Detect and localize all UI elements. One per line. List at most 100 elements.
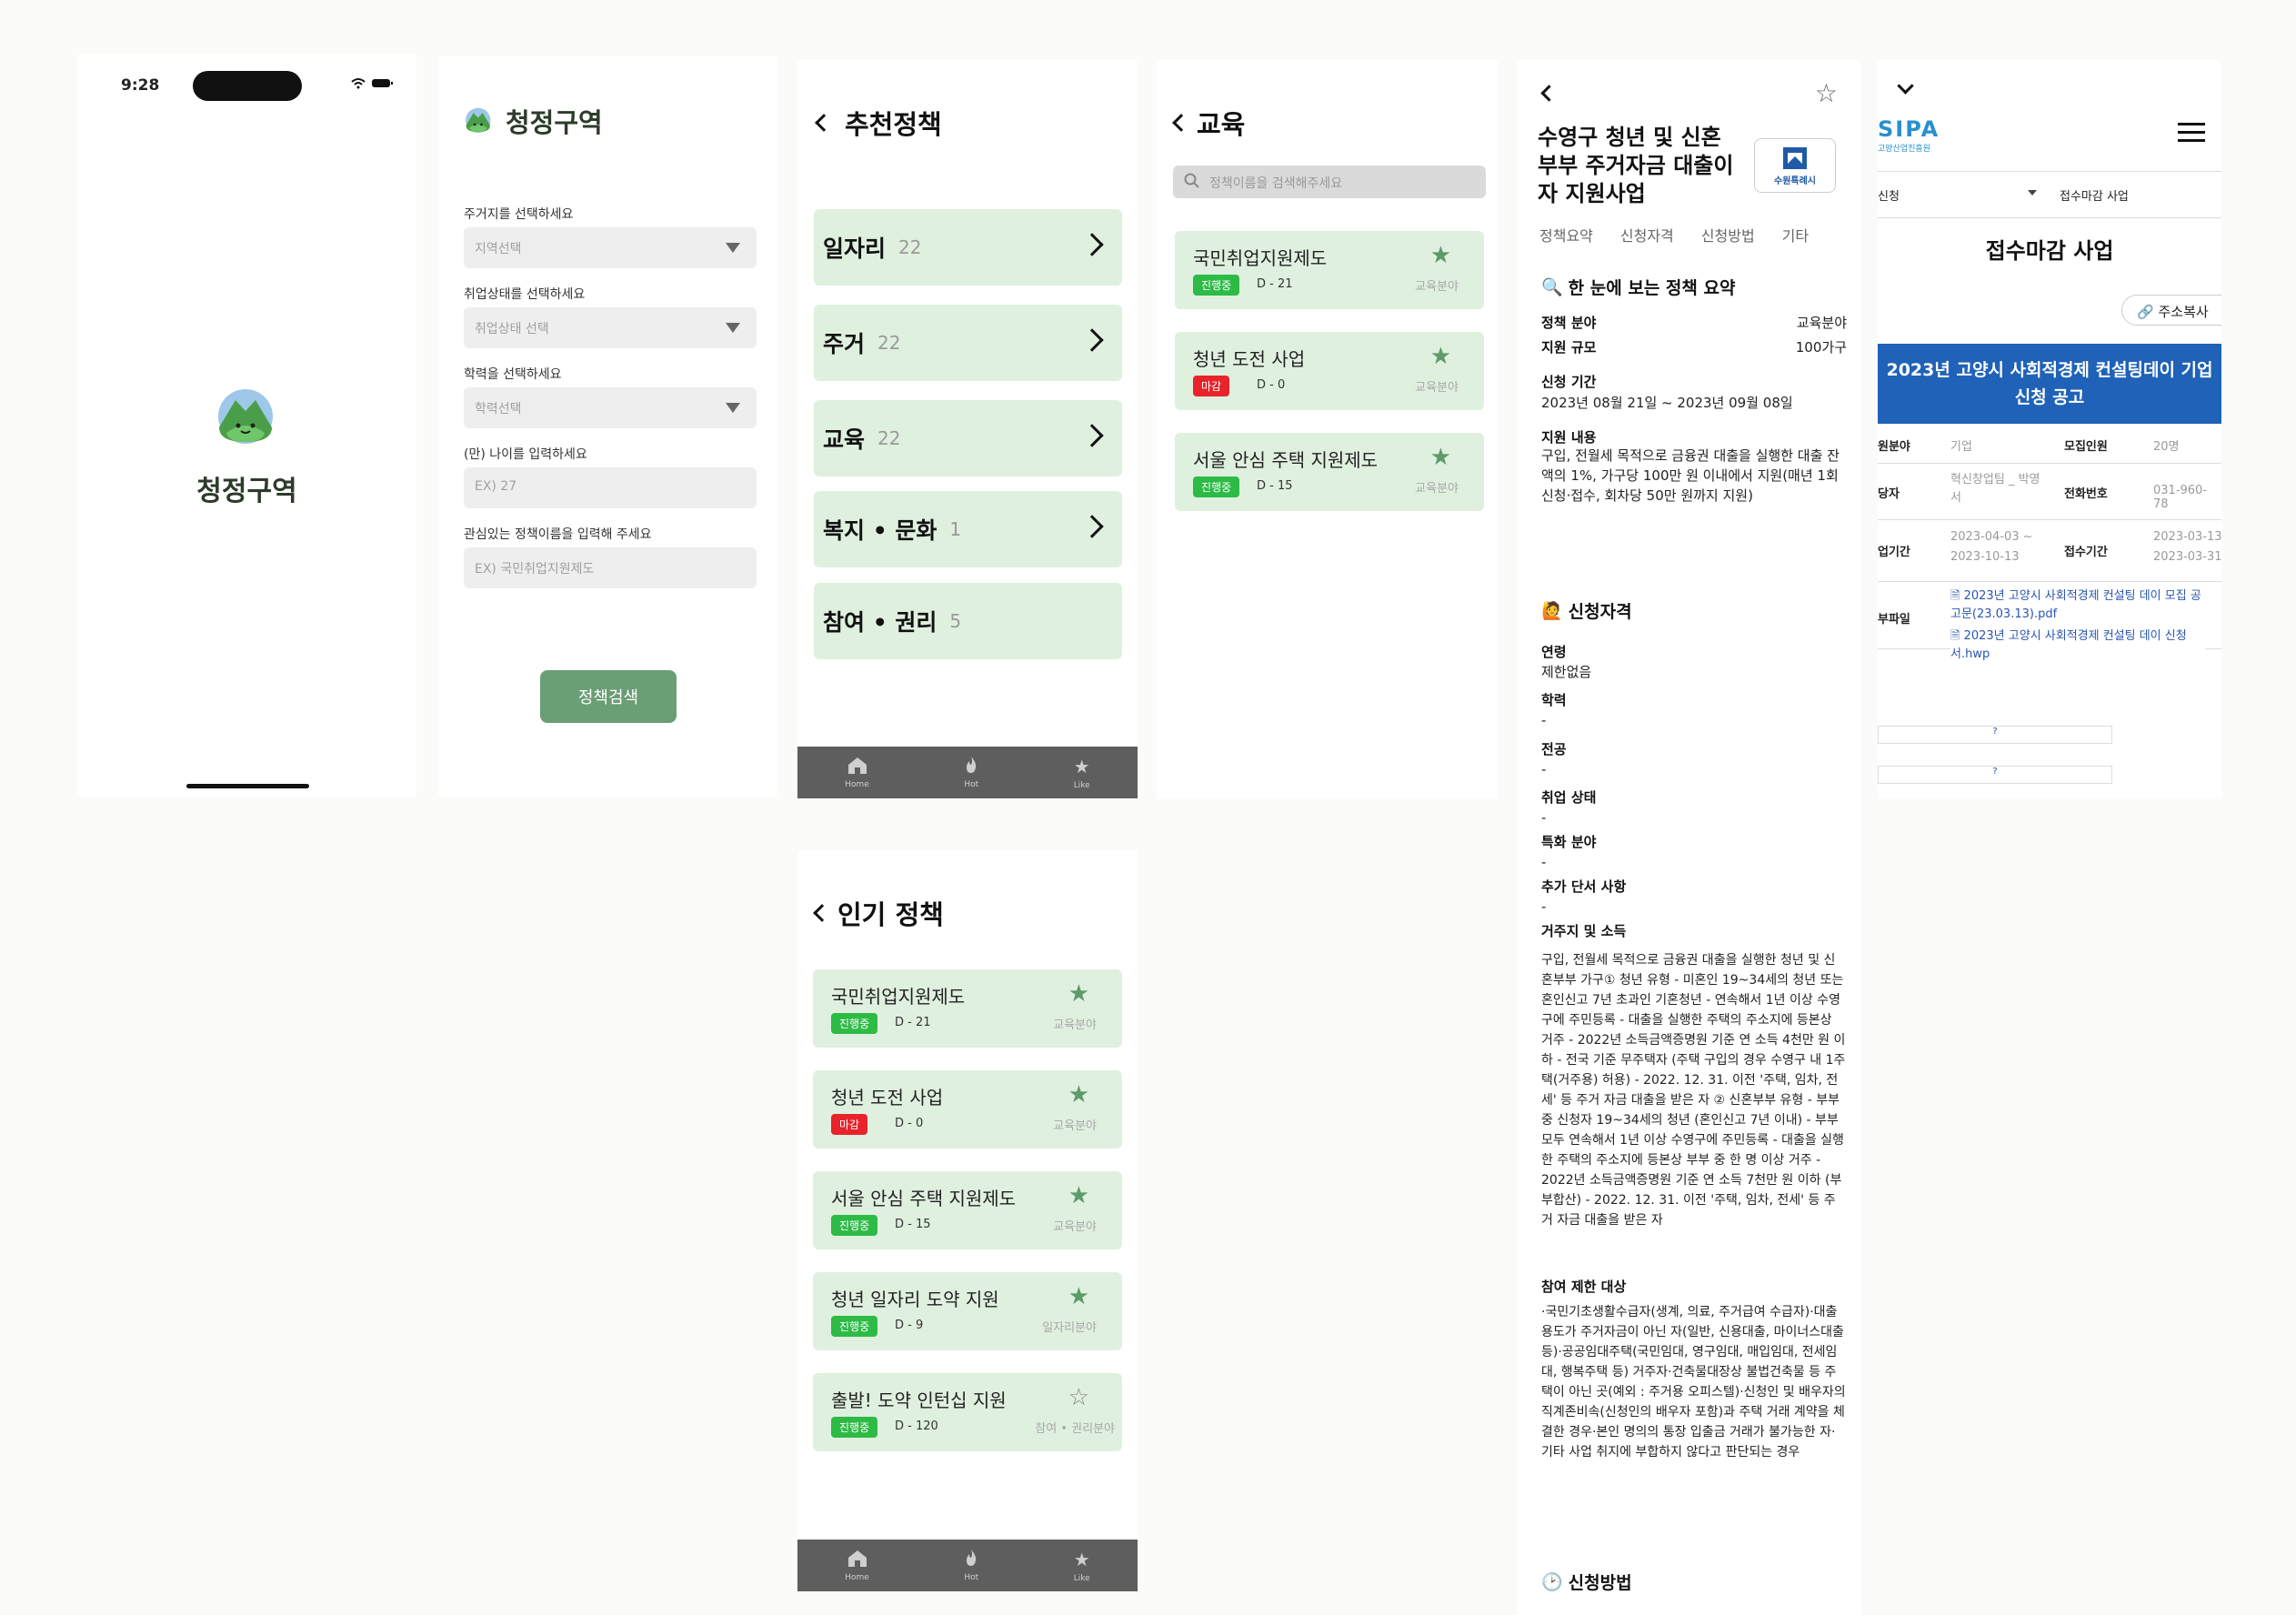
tab-qualification[interactable]: 신청자격: [1620, 224, 1674, 246]
page-title: 교육: [1197, 109, 1246, 140]
category-education[interactable]: 교육 22: [814, 400, 1122, 476]
policy-field: 교육분야: [1053, 1119, 1097, 1133]
star-icon[interactable]: ★: [1430, 444, 1451, 471]
back-chevron-icon[interactable]: [813, 904, 831, 922]
residence-value: 구입, 전월세 목적으로 금융권 대출을 실행한 청년 및 신혼부부 가구① 청…: [1541, 953, 1846, 1228]
policy-search-input[interactable]: 정책이름을 검색해주세요: [1173, 166, 1486, 198]
policy-card[interactable]: 서울 안심 주택 지원제도 진행중 D - 15 ★ 교육분야: [813, 1171, 1122, 1249]
policy-card[interactable]: 청년 도전 사업 마감 D - 0 ★ 교육분야: [813, 1070, 1122, 1149]
type-select[interactable]: 신청: [1878, 186, 2041, 204]
content-label: 지원 내용: [1541, 429, 1597, 446]
scale-row: 지원 규모 100가구: [1541, 339, 1847, 356]
brand-header: 청정구역: [462, 102, 603, 140]
policy-card[interactable]: 출발! 도약 인턴십 지원 진행중 D - 120 ☆ 참여 • 권리분야: [813, 1373, 1122, 1451]
info-row: 당자 혁신창업팀 _ 박영서 전화번호 031-960-78: [1878, 464, 2221, 520]
region-select[interactable]: 지역선택: [464, 227, 757, 268]
residence-label: 주거지를 선택하세요: [464, 207, 574, 222]
status-badge: 진행중: [831, 1316, 878, 1337]
category-participation[interactable]: 참여 • 권리 5: [814, 583, 1122, 659]
home-icon: [847, 756, 868, 777]
status-select[interactable]: 접수마감 사업: [2060, 186, 2129, 204]
policy-card[interactable]: 국민취업지원제도 진행중 D - 21 ★ 교육분야: [1175, 231, 1484, 309]
star-icon[interactable]: ★: [1068, 1283, 1089, 1310]
limit-label: 참여 제한 대상: [1541, 1279, 1627, 1295]
splash-screen: 9:28 청정구역: [77, 55, 416, 796]
policy-name: 청년 일자리 도약 지원: [831, 1289, 999, 1310]
policy-card[interactable]: 국민취업지원제도 진행중 D - 21 ★ 교육분야: [813, 969, 1122, 1048]
star-icon: ★: [1073, 1548, 1090, 1570]
star-icon[interactable]: ★: [1430, 242, 1451, 269]
summary-heading: 🔍 한 눈에 보는 정책 요약: [1541, 277, 1736, 298]
star-icon[interactable]: ★: [1068, 980, 1089, 1008]
file-icon: 🗎: [1950, 629, 1960, 643]
page-header: 교육: [1172, 104, 1246, 142]
tab-etc[interactable]: 기타: [1782, 224, 1809, 246]
dday: D - 15: [1257, 479, 1293, 493]
policy-name-input[interactable]: EX) 국민취업지원제도: [464, 547, 757, 588]
attachment-row: 부파일 🗎 2023년 고양시 사회적경제 컨설팅 데이 모집 공고문(23.0…: [1878, 582, 2221, 664]
star-icon[interactable]: ★: [1068, 1182, 1089, 1209]
status-badge: 진행중: [1193, 476, 1240, 497]
education-label: 학력을 선택하세요: [464, 367, 562, 382]
hamburger-menu-icon[interactable]: [2178, 122, 2205, 145]
tab-like[interactable]: ★ Like: [1074, 1549, 1090, 1583]
notice-headline: 2023년 고양시 사회적경제 컨설팅데이 기업 신청 공고: [1878, 344, 2221, 424]
employment-select[interactable]: 취업상태 선택: [464, 307, 757, 348]
back-chevron-icon[interactable]: [1172, 114, 1190, 132]
tab-home[interactable]: Home: [845, 1549, 869, 1582]
tab-hot[interactable]: Hot: [964, 1549, 978, 1582]
policy-search-button[interactable]: 정책검색: [540, 670, 677, 723]
period-label: 신청 기간: [1541, 374, 1597, 390]
policy-name-label: 관심있는 정책이름을 입력해 주세요: [464, 527, 652, 542]
tab-home[interactable]: Home: [845, 756, 869, 789]
city-seal-icon: 수원특례시: [1754, 138, 1836, 193]
category-welfare[interactable]: 복지 • 문화 1: [814, 491, 1122, 567]
file-link[interactable]: 🗎 2023년 고양시 사회적경제 컨설팅 데이 신청서.hwp: [1950, 627, 2205, 664]
chevron-right-icon: [1080, 424, 1104, 447]
policy-card[interactable]: 서울 안심 주택 지원제도 진행중 D - 15 ★ 교육분야: [1175, 433, 1484, 511]
residence-label: 거주지 및 소득: [1541, 923, 1627, 939]
home-indicator: [186, 784, 309, 788]
chevron-down-icon[interactable]: [1897, 77, 1914, 95]
status-badge: 진행중: [831, 1013, 878, 1034]
back-chevron-icon[interactable]: [1540, 85, 1558, 102]
age-input[interactable]: EX) 27: [464, 467, 757, 508]
copy-link-button[interactable]: 🔗 주소복사: [2121, 295, 2221, 326]
education-select[interactable]: 학력선택: [464, 387, 757, 428]
dynamic-island: [193, 71, 302, 101]
chevron-right-icon: [1080, 328, 1104, 352]
policy-card[interactable]: 청년 도전 사업 마감 D - 0 ★ 교육분야: [1175, 332, 1484, 410]
policy-name: 청년 도전 사업: [1193, 348, 1306, 370]
policy-card[interactable]: 청년 일자리 도약 지원 진행중 D - 9 ★ 일자리분야: [813, 1272, 1122, 1350]
dday: D - 0: [895, 1117, 924, 1130]
chevron-right-icon: [1080, 515, 1104, 538]
page-title: 인기 정책: [837, 899, 944, 930]
tab-hot[interactable]: Hot: [964, 756, 978, 789]
policy-field: 교육분야: [1415, 482, 1459, 496]
chevron-right-icon: [1080, 233, 1104, 256]
policy-field: 교육분야: [1415, 381, 1459, 395]
education-screen: 교육 정책이름을 검색해주세요 국민취업지원제도 진행중 D - 21 ★ 교육…: [1157, 60, 1498, 798]
limit-value: ·국민기초생활수급자(생계, 의료, 주거급여 수급자)·대출 용도가 주거자금…: [1541, 1305, 1846, 1460]
magnifier-icon: 🔍: [1541, 277, 1563, 297]
file-link[interactable]: 🗎 2023년 고양시 사회적경제 컨설팅 데이 모집 공고문(23.03.13…: [1950, 587, 2205, 624]
star-outline-icon[interactable]: ☆: [1068, 1384, 1089, 1411]
page-header: 인기 정책: [813, 894, 944, 932]
policy-field: 참여 • 권리분야: [1035, 1422, 1115, 1436]
dday: D - 9: [895, 1319, 924, 1332]
star-icon[interactable]: ★: [1068, 1081, 1089, 1108]
star-icon[interactable]: ★: [1430, 343, 1451, 370]
tab-summary[interactable]: 정책요약: [1539, 224, 1593, 246]
category-housing[interactable]: 주거 22: [814, 305, 1122, 381]
policy-field: 교육분야: [1053, 1220, 1097, 1234]
star-outline-icon[interactable]: ☆: [1815, 78, 1838, 108]
site-logo[interactable]: SIPA 고양산업진흥원: [1878, 116, 1940, 154]
policy-name: 국민취업지원제도: [831, 986, 966, 1008]
policy-field: 일자리분야: [1042, 1321, 1097, 1335]
back-chevron-icon[interactable]: [815, 114, 833, 132]
dropdown-arrow-icon: [2028, 190, 2037, 196]
tab-method[interactable]: 신청방법: [1701, 224, 1755, 246]
tab-like[interactable]: ★ Like: [1074, 756, 1090, 790]
filter-row: 신청 접수마감 사업: [1878, 171, 2221, 218]
category-jobs[interactable]: 일자리 22: [814, 209, 1122, 286]
